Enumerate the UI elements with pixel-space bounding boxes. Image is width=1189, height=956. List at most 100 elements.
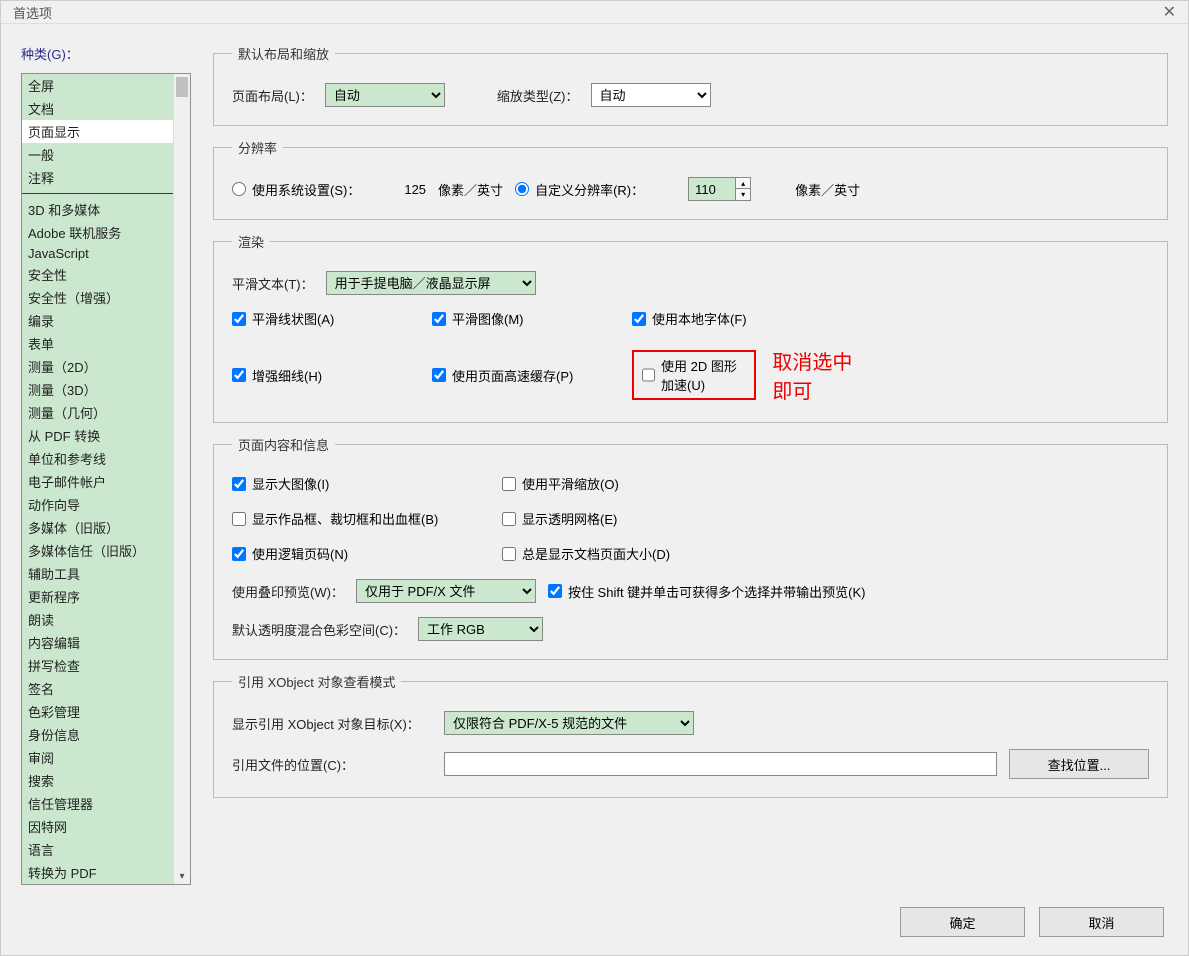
large-images-check[interactable]: 显示大图像(I) — [232, 474, 492, 493]
list-item[interactable]: 3D 和多媒体 — [22, 198, 173, 221]
list-item[interactable]: 一般 — [22, 143, 173, 166]
legend-page-content: 页面内容和信息 — [232, 435, 335, 454]
list-item[interactable]: 拼写检查 — [22, 654, 173, 677]
shift-preview-check[interactable]: 按住 Shift 键并单击可获得多个选择并带输出预览(K) — [548, 582, 866, 601]
list-item[interactable]: 搜索 — [22, 769, 173, 792]
custom-dpi-input[interactable] — [688, 177, 736, 201]
always-doc-size-check[interactable]: 总是显示文档页面大小(D) — [502, 544, 802, 563]
list-item[interactable]: 语言 — [22, 838, 173, 861]
legend-layout: 默认布局和缩放 — [232, 44, 335, 63]
transparency-blend-label: 默认透明度混合色彩空间(C)： — [232, 620, 406, 639]
list-item[interactable]: 更新程序 — [22, 585, 173, 608]
xobject-target-select[interactable]: 仅限符合 PDF/X-5 规范的文件 — [444, 711, 694, 735]
category-list[interactable]: 全屏文档页面显示一般注释3D 和多媒体Adobe 联机服务JavaScript安… — [22, 74, 173, 884]
spin-down-icon: ▾ — [736, 189, 750, 200]
content-area: 种类(G)： 全屏文档页面显示一般注释 3D 和多媒体Adobe 联机服务Java… — [1, 24, 1188, 895]
scrollbar[interactable]: ▾ — [173, 74, 190, 884]
xobject-location-input[interactable] — [444, 752, 997, 776]
zoom-label: 缩放类型(Z)： — [497, 86, 579, 105]
list-item[interactable]: JavaScript — [22, 244, 173, 263]
list-item[interactable]: 全屏 — [22, 74, 173, 97]
smooth-zoom-check[interactable]: 使用平滑缩放(O) — [502, 474, 802, 493]
unit-label-2: 像素／英寸 — [795, 180, 860, 199]
list-item[interactable]: 单位和参考线 — [22, 447, 173, 470]
list-item[interactable]: 多媒体信任（旧版） — [22, 539, 173, 562]
group-render: 渲染 平滑文本(T)： 用于手提电脑／液晶显示屏 平滑线状图(A) 平滑图像(M… — [213, 232, 1168, 423]
list-item[interactable]: 编录 — [22, 309, 173, 332]
list-item[interactable]: 多媒体（旧版） — [22, 516, 173, 539]
group-xobject: 引用 XObject 对象查看模式 显示引用 XObject 对象目标(X)： … — [213, 672, 1168, 798]
list-item[interactable]: 表单 — [22, 332, 173, 355]
smooth-text-select[interactable]: 用于手提电脑／液晶显示屏 — [326, 271, 536, 295]
xobject-target-label: 显示引用 XObject 对象目标(X)： — [232, 714, 432, 733]
accel-2d-check[interactable]: 使用 2D 图形加速(U) — [642, 356, 746, 394]
zoom-select[interactable]: 自动 — [591, 83, 711, 107]
unit-label-1: 像素／英寸 — [438, 180, 503, 199]
list-item[interactable]: 因特网 — [22, 815, 173, 838]
spin-up-icon: ▴ — [736, 178, 750, 189]
list-item[interactable]: 测量（几何） — [22, 401, 173, 424]
preferences-window: 首选项 ✕ 种类(G)： 全屏文档页面显示一般注释 3D 和多媒体Adobe 联机… — [0, 0, 1189, 956]
page-layout-label: 页面布局(L)： — [232, 86, 313, 105]
list-item[interactable]: 辅助工具 — [22, 562, 173, 585]
legend-resolution: 分辨率 — [232, 138, 283, 157]
art-crop-check[interactable]: 显示作品框、裁切框和出血框(B) — [232, 509, 492, 528]
window-title: 首选项 — [13, 3, 1163, 22]
list-item[interactable]: 身份信息 — [22, 723, 173, 746]
list-item[interactable]: 电子邮件帐户 — [22, 470, 173, 493]
list-item[interactable]: 页面显示 — [22, 120, 173, 143]
list-item[interactable]: 文档 — [22, 97, 173, 120]
group-page-content: 页面内容和信息 显示大图像(I) 使用平滑缩放(O) 显示作品框、裁切框和出血框… — [213, 435, 1168, 660]
list-item[interactable]: 签名 — [22, 677, 173, 700]
page-cache-check[interactable]: 使用页面高速缓存(P) — [432, 366, 622, 385]
smooth-line-check[interactable]: 平滑线状图(A) — [232, 309, 422, 328]
logical-page-check[interactable]: 使用逻辑页码(N) — [232, 544, 492, 563]
group-default-layout: 默认布局和缩放 页面布局(L)： 自动 缩放类型(Z)： 自动 — [213, 44, 1168, 126]
list-item[interactable]: 动作向导 — [22, 493, 173, 516]
sidebar: 种类(G)： 全屏文档页面显示一般注释 3D 和多媒体Adobe 联机服务Java… — [21, 44, 191, 885]
list-item[interactable]: 朗读 — [22, 608, 173, 631]
browse-button[interactable]: 查找位置... — [1009, 749, 1149, 779]
annotation-text: 取消选中即可 — [772, 346, 862, 404]
scrollbar-thumb[interactable] — [176, 77, 188, 97]
ok-button[interactable]: 确定 — [900, 907, 1025, 937]
overprint-label: 使用叠印预览(W)： — [232, 582, 344, 601]
smooth-text-label: 平滑文本(T)： — [232, 274, 314, 293]
transparency-grid-check[interactable]: 显示透明网格(E) — [502, 509, 802, 528]
list-item[interactable]: 安全性（增强） — [22, 286, 173, 309]
list-item[interactable]: 安全性 — [22, 263, 173, 286]
footer: 确定 取消 — [1, 895, 1188, 955]
page-layout-select[interactable]: 自动 — [325, 83, 445, 107]
xobject-location-label: 引用文件的位置(C)： — [232, 755, 432, 774]
main-panel: 默认布局和缩放 页面布局(L)： 自动 缩放类型(Z)： 自动 分辨率 使用系统… — [213, 44, 1168, 885]
titlebar: 首选项 ✕ — [1, 1, 1188, 24]
sidebar-label: 种类(G)： — [21, 44, 191, 63]
list-item[interactable]: 从 PDF 转换 — [22, 424, 173, 447]
use-system-radio[interactable]: 使用系统设置(S)： — [232, 180, 360, 199]
smooth-image-check[interactable]: 平滑图像(M) — [432, 309, 622, 328]
transparency-blend-select[interactable]: 工作 RGB — [418, 617, 543, 641]
cancel-button[interactable]: 取消 — [1039, 907, 1164, 937]
legend-xobject: 引用 XObject 对象查看模式 — [232, 672, 401, 691]
overprint-select[interactable]: 仅用于 PDF/X 文件 — [356, 579, 536, 603]
list-item[interactable]: 测量（3D） — [22, 378, 173, 401]
system-dpi-value: 125 — [404, 182, 426, 197]
list-item[interactable]: 色彩管理 — [22, 700, 173, 723]
list-item[interactable]: 测量（2D） — [22, 355, 173, 378]
legend-render: 渲染 — [232, 232, 270, 251]
list-item[interactable]: 审阅 — [22, 746, 173, 769]
category-listbox: 全屏文档页面显示一般注释3D 和多媒体Adobe 联机服务JavaScript安… — [21, 73, 191, 885]
chevron-down-icon[interactable]: ▾ — [174, 871, 190, 882]
list-item[interactable]: Adobe 联机服务 — [22, 221, 173, 244]
custom-res-radio[interactable]: 自定义分辨率(R)： — [515, 180, 644, 199]
list-item[interactable]: 内容编辑 — [22, 631, 173, 654]
list-item[interactable]: 信任管理器 — [22, 792, 173, 815]
dpi-spinner[interactable]: ▴▾ — [736, 177, 751, 201]
list-item[interactable]: 转换为 PDF — [22, 861, 173, 884]
local-fonts-check[interactable]: 使用本地字体(F) — [632, 309, 862, 328]
enhance-thin-check[interactable]: 增强细线(H) — [232, 366, 422, 385]
list-item[interactable]: 注释 — [22, 166, 173, 189]
accel-2d-highlight: 使用 2D 图形加速(U) — [632, 350, 756, 400]
group-resolution: 分辨率 使用系统设置(S)： 125 像素／英寸 自定义分辨率(R)： ▴▾ 像… — [213, 138, 1168, 220]
close-icon[interactable]: ✕ — [1163, 2, 1176, 22]
